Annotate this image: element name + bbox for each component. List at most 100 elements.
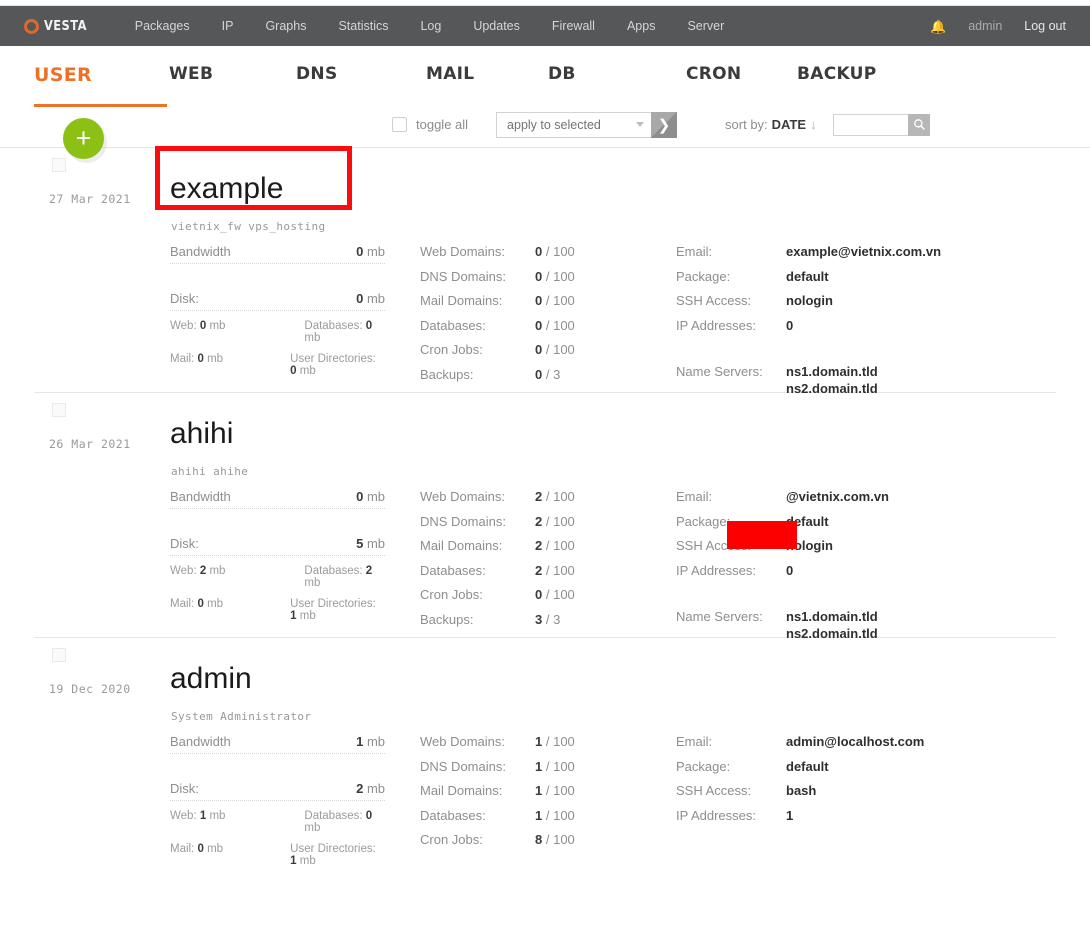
web-domains-row: Web Domains: 1 / 100 xyxy=(420,734,650,749)
add-user-button[interactable]: + xyxy=(63,118,104,159)
email-value: example@vietnix.com.vn xyxy=(786,244,942,259)
web-mb: Web: 2 mb xyxy=(170,565,226,577)
email-label: Email: xyxy=(676,489,713,504)
tab-mail[interactable]: MAIL xyxy=(426,64,474,84)
email-row: Email: @vietnix.com.vn xyxy=(676,489,976,504)
mail-domains-row: Mail Domains: 0 / 100 xyxy=(420,293,650,308)
ip-addresses-label: IP Addresses: xyxy=(676,317,756,333)
user-subtitle: vietnix_fw vps_hosting xyxy=(171,220,326,233)
row-checkbox[interactable] xyxy=(52,403,66,417)
disk-breakdown-1: Web: 2 mb Databases: 2 mb xyxy=(170,565,385,589)
disk-divider xyxy=(170,310,385,311)
web-domains-row: Web Domains: 0 / 100 xyxy=(420,244,650,259)
nav-item-statistics[interactable]: Statistics xyxy=(322,19,404,33)
tab-web[interactable]: WEB xyxy=(169,64,213,84)
apply-to-selected-select[interactable]: apply to selected xyxy=(496,111,652,138)
tab-cron[interactable]: CRON xyxy=(686,64,741,84)
ssh-access-value: nologin xyxy=(786,293,833,308)
tab-backup[interactable]: BACKUP xyxy=(797,64,877,84)
logout-link[interactable]: Log out xyxy=(1024,19,1066,33)
nav-item-ip[interactable]: IP xyxy=(206,19,250,33)
web-domains-row: Web Domains: 2 / 100 xyxy=(420,489,650,504)
bandwidth-value: 0 mb xyxy=(356,489,385,504)
tab-dns[interactable]: DNS xyxy=(296,64,337,84)
package-label: Package: xyxy=(676,268,731,284)
disk-breakdown-2: Mail: 0 mb User Directories: 0 mb xyxy=(170,353,385,377)
bandwidth-value: 0 mb xyxy=(356,244,385,259)
counts-column: Web Domains: 1 / 100 DNS Domains: 1 / 10… xyxy=(420,734,650,857)
databases-label: Databases: xyxy=(420,562,486,578)
disk-divider xyxy=(170,800,385,801)
disk-label: Disk: xyxy=(170,291,199,306)
sort-by-control[interactable]: sort by: DATE ↓ xyxy=(725,117,817,132)
toggle-all-checkbox[interactable] xyxy=(392,117,407,132)
databases-value: 0 / 100 xyxy=(535,317,575,333)
user-row-ahihi: 26 Mar 2021 ahihi ahihi ahihe Bandwidth … xyxy=(0,393,1090,641)
tab-backup-wrap: BACKUP xyxy=(797,64,877,84)
user-stats: Bandwidth 1 mb Disk: 2 mb Web: 1 mb Data… xyxy=(0,734,1090,882)
nav-item-server[interactable]: Server xyxy=(671,19,740,33)
mail-mb: Mail: 0 mb xyxy=(170,598,224,610)
disk-row: Disk: 2 mb xyxy=(170,781,385,800)
user-created-date: 27 Mar 2021 xyxy=(49,192,131,206)
nav-item-updates[interactable]: Updates xyxy=(457,19,536,33)
dns-domains-row: DNS Domains: 2 / 100 xyxy=(420,514,650,529)
row-checkbox[interactable] xyxy=(52,158,66,172)
usage-column: Bandwidth 0 mb Disk: 0 mb Web: 0 mb Data… xyxy=(170,244,385,377)
apply-go-button[interactable]: ❯ xyxy=(651,111,678,138)
chevron-right-icon: ❯ xyxy=(657,116,671,134)
nav-item-apps[interactable]: Apps xyxy=(611,19,672,33)
email-value: admin@localhost.com xyxy=(786,734,925,749)
user-name-link[interactable]: admin xyxy=(170,664,252,694)
nav-item-graphs[interactable]: Graphs xyxy=(249,19,322,33)
disk-row: Disk: 0 mb xyxy=(170,291,385,310)
user-row-header: 26 Mar 2021 ahihi ahihi ahihe xyxy=(0,393,1090,489)
tab-user[interactable]: USER xyxy=(34,64,92,86)
mail-domains-value: 2 / 100 xyxy=(535,538,575,553)
bandwidth-row: Bandwidth 0 mb xyxy=(170,489,385,508)
disk-value: 0 mb xyxy=(356,291,385,306)
disk-value: 5 mb xyxy=(356,536,385,551)
sort-direction-icon: ↓ xyxy=(810,117,817,132)
databases-label: Databases: xyxy=(420,807,486,823)
user-row-header: 19 Dec 2020 admin System Administrator xyxy=(0,638,1090,734)
search-input[interactable] xyxy=(833,113,908,136)
ip-addresses-value: 1 xyxy=(786,807,794,823)
counts-column: Web Domains: 2 / 100 DNS Domains: 2 / 10… xyxy=(420,489,650,636)
ns1: ns1.domain.tld xyxy=(786,364,878,379)
databases-mb: Databases: 0 mb xyxy=(304,320,373,344)
web-domains-value: 1 / 100 xyxy=(535,734,575,749)
bell-icon[interactable]: 🔔 xyxy=(930,20,946,33)
nav-item-log[interactable]: Log xyxy=(404,19,457,33)
user-directories-mb: User Directories: 0 mb xyxy=(290,353,376,377)
package-row: Package: default xyxy=(676,269,976,284)
chevron-down-icon xyxy=(636,122,645,127)
disk-breakdown-1: Web: 1 mb Databases: 0 mb xyxy=(170,810,385,834)
databases-row: Databases: 2 / 100 xyxy=(420,563,650,578)
nav-item-firewall[interactable]: Firewall xyxy=(536,19,611,33)
databases-value: 2 / 100 xyxy=(535,562,575,578)
user-name-link[interactable]: example xyxy=(170,174,283,204)
cron-jobs-row: Cron Jobs: 0 / 100 xyxy=(420,587,650,602)
user-row-example: 27 Mar 2021 example vietnix_fw vps_hosti… xyxy=(0,148,1090,396)
mail-domains-row: Mail Domains: 2 / 100 xyxy=(420,538,650,553)
email-row: Email: example@vietnix.com.vn xyxy=(676,244,976,259)
user-name-link[interactable]: ahihi xyxy=(170,419,233,449)
search-button[interactable] xyxy=(908,113,930,136)
row-checkbox[interactable] xyxy=(52,648,66,662)
ssh-access-row: SSH Access: bash xyxy=(676,783,976,798)
toggle-all-label: toggle all xyxy=(416,117,469,132)
disk-label: Disk: xyxy=(170,781,199,796)
vesta-logo[interactable]: VESTA xyxy=(24,18,93,34)
ip-addresses-row: IP Addresses: 0 xyxy=(676,318,976,333)
ssh-access-label: SSH Access: xyxy=(676,293,752,308)
vesta-logo-icon xyxy=(24,18,39,34)
mail-domains-label: Mail Domains: xyxy=(420,538,503,553)
current-user-link[interactable]: admin xyxy=(968,19,1002,33)
dns-domains-label: DNS Domains: xyxy=(420,758,506,774)
dns-domains-value: 1 / 100 xyxy=(535,758,575,774)
tab-db[interactable]: DB xyxy=(548,64,576,84)
ip-addresses-value: 0 xyxy=(786,562,794,578)
nav-item-packages[interactable]: Packages xyxy=(119,19,206,33)
disk-breakdown-2: Mail: 0 mb User Directories: 1 mb xyxy=(170,598,385,622)
